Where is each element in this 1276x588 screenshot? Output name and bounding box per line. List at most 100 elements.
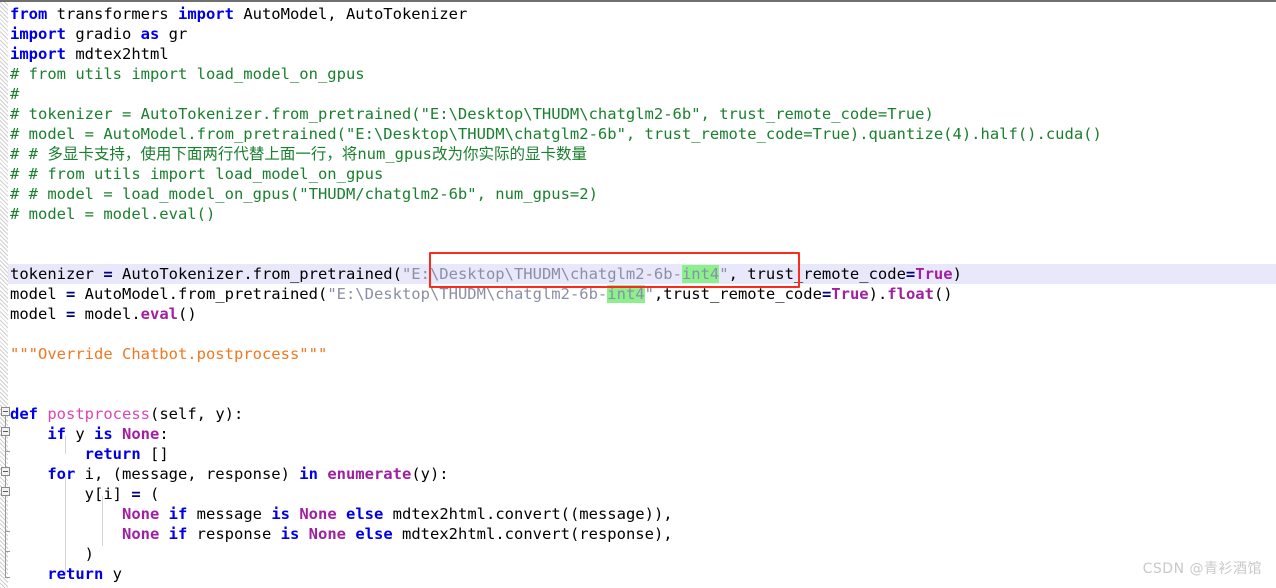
code-token: # model = model.eval() [10, 205, 216, 223]
code-token: y [103, 565, 122, 583]
code-token: None [122, 425, 160, 443]
code-line[interactable]: import mdtex2html [10, 44, 169, 64]
code-editor[interactable]: from transformers import AutoModel, Auto… [0, 0, 1276, 588]
code-token: gradio [66, 25, 141, 43]
code-line[interactable]: import gradio as gr [10, 24, 187, 44]
code-line[interactable]: for i, (message, response) in enumerate(… [10, 464, 449, 484]
code-token: () [178, 305, 197, 323]
code-surface[interactable]: from transformers import AutoModel, Auto… [0, 2, 1276, 588]
code-token: , trust_remote_code [728, 265, 906, 283]
code-token: # # 多显卡支持，使用下面两行代替上面一行，将num_gpus改为你实际的显卡… [10, 145, 587, 163]
fold-collapse-icon[interactable] [1, 407, 10, 416]
code-line[interactable]: def postprocess(self, y): [10, 404, 243, 424]
fold-collapse-icon[interactable] [1, 487, 10, 496]
code-line[interactable]: # # 多显卡支持，使用下面两行代替上面一行，将num_gpus改为你实际的显卡… [10, 144, 587, 164]
code-line[interactable]: # model = AutoModel.from_pretrained("E:\… [10, 124, 1102, 144]
code-token: transformers [47, 5, 178, 23]
code-token: is [94, 425, 113, 443]
code-token: ,trust_remote_code [653, 285, 822, 303]
code-token: = [66, 305, 76, 323]
code-token: None [121, 525, 160, 543]
code-token: is [280, 525, 300, 543]
code-token: import [177, 5, 234, 23]
fold-collapse-icon[interactable] [1, 427, 10, 436]
code-token: AutoModel.from_pretrained( [75, 285, 328, 303]
code-token: model. [75, 305, 141, 323]
code-line[interactable]: if y is None: [10, 424, 168, 444]
code-line[interactable]: tokenizer = AutoTokenizer.from_pretraine… [10, 264, 962, 284]
code-token: AutoTokenizer.from_pretrained( [112, 265, 402, 283]
code-line[interactable]: model = AutoModel.from_pretrained("E:\De… [10, 284, 953, 304]
code-line[interactable]: y[i] = ( [10, 484, 160, 504]
code-token: ) [952, 265, 962, 283]
code-token: return [84, 445, 141, 463]
code-token: None [308, 525, 346, 543]
code-token: AutoModel, AutoTokenizer [233, 5, 468, 23]
code-token: mdtex2html.convert(response), [392, 525, 673, 543]
code-line[interactable]: return y [10, 564, 122, 584]
code-line[interactable]: # # from utils import load_model_on_gpus [10, 164, 383, 184]
code-token: """Override Chatbot.postprocess""" [10, 345, 328, 363]
code-token: mdtex2html [66, 45, 169, 63]
code-token: if [168, 525, 188, 543]
code-token: # from utils import load_model_on_gpus [10, 65, 365, 83]
code-token: "E:\Desktop\THUDM\chatglm2-6b- [327, 285, 608, 303]
code-token: import [10, 45, 66, 63]
code-line[interactable]: # [10, 84, 19, 104]
code-token: y[i] [84, 485, 132, 503]
code-line[interactable]: from transformers import AutoModel, Auto… [10, 4, 467, 24]
code-token: (self, y): [150, 405, 244, 423]
code-token: mdtex2html.convert((message)), [383, 505, 673, 523]
code-token: message [187, 505, 272, 523]
code-token: if [47, 425, 66, 443]
fold-collapse-icon[interactable] [1, 467, 10, 476]
code-token: def [10, 405, 38, 423]
code-line[interactable]: model = model.eval() [10, 304, 197, 324]
code-line[interactable]: return [] [10, 444, 169, 464]
code-line[interactable]: # # model = load_model_on_gpus("THUDM/ch… [10, 184, 598, 204]
code-line[interactable]: ) [10, 544, 94, 564]
code-token: # model = AutoModel.from_pretrained("E:\… [10, 125, 1102, 143]
code-token: is [271, 505, 290, 523]
code-line[interactable]: None if message is None else mdtex2html.… [10, 504, 673, 524]
code-token: in [299, 465, 318, 483]
code-line[interactable]: # from utils import load_model_on_gpus [10, 64, 365, 84]
code-line[interactable]: """Override Chatbot.postprocess""" [10, 344, 327, 364]
code-token: for [47, 465, 76, 483]
code-token: else [355, 525, 393, 543]
code-token: import [10, 25, 66, 43]
code-token: int4 [681, 265, 720, 283]
code-line[interactable]: None if response is None else mdtex2html… [10, 524, 673, 544]
code-token: y [66, 425, 94, 443]
code-token: True [915, 265, 953, 283]
code-token: model [10, 305, 66, 323]
code-token: i, (message, response) [75, 465, 300, 483]
code-line[interactable]: # model = model.eval() [10, 204, 215, 224]
code-token: "E:\Desktop\THUDM\chatglm2-6b- [401, 265, 682, 283]
code-token: = [103, 265, 113, 283]
code-token: eval [140, 305, 178, 323]
code-token: = [131, 485, 141, 503]
code-token: if [168, 505, 188, 523]
code-token: tokenizer [10, 265, 104, 283]
code-line[interactable]: # tokenizer = AutoTokenizer.from_pretrai… [10, 104, 934, 124]
code-token: (y): [411, 465, 449, 483]
editor-gutter-strip [0, 2, 8, 588]
code-token: int4 [607, 285, 645, 303]
code-token: [] [140, 445, 169, 463]
code-token: ) [84, 545, 94, 563]
code-token: = [905, 265, 916, 283]
code-token: None [121, 505, 160, 523]
